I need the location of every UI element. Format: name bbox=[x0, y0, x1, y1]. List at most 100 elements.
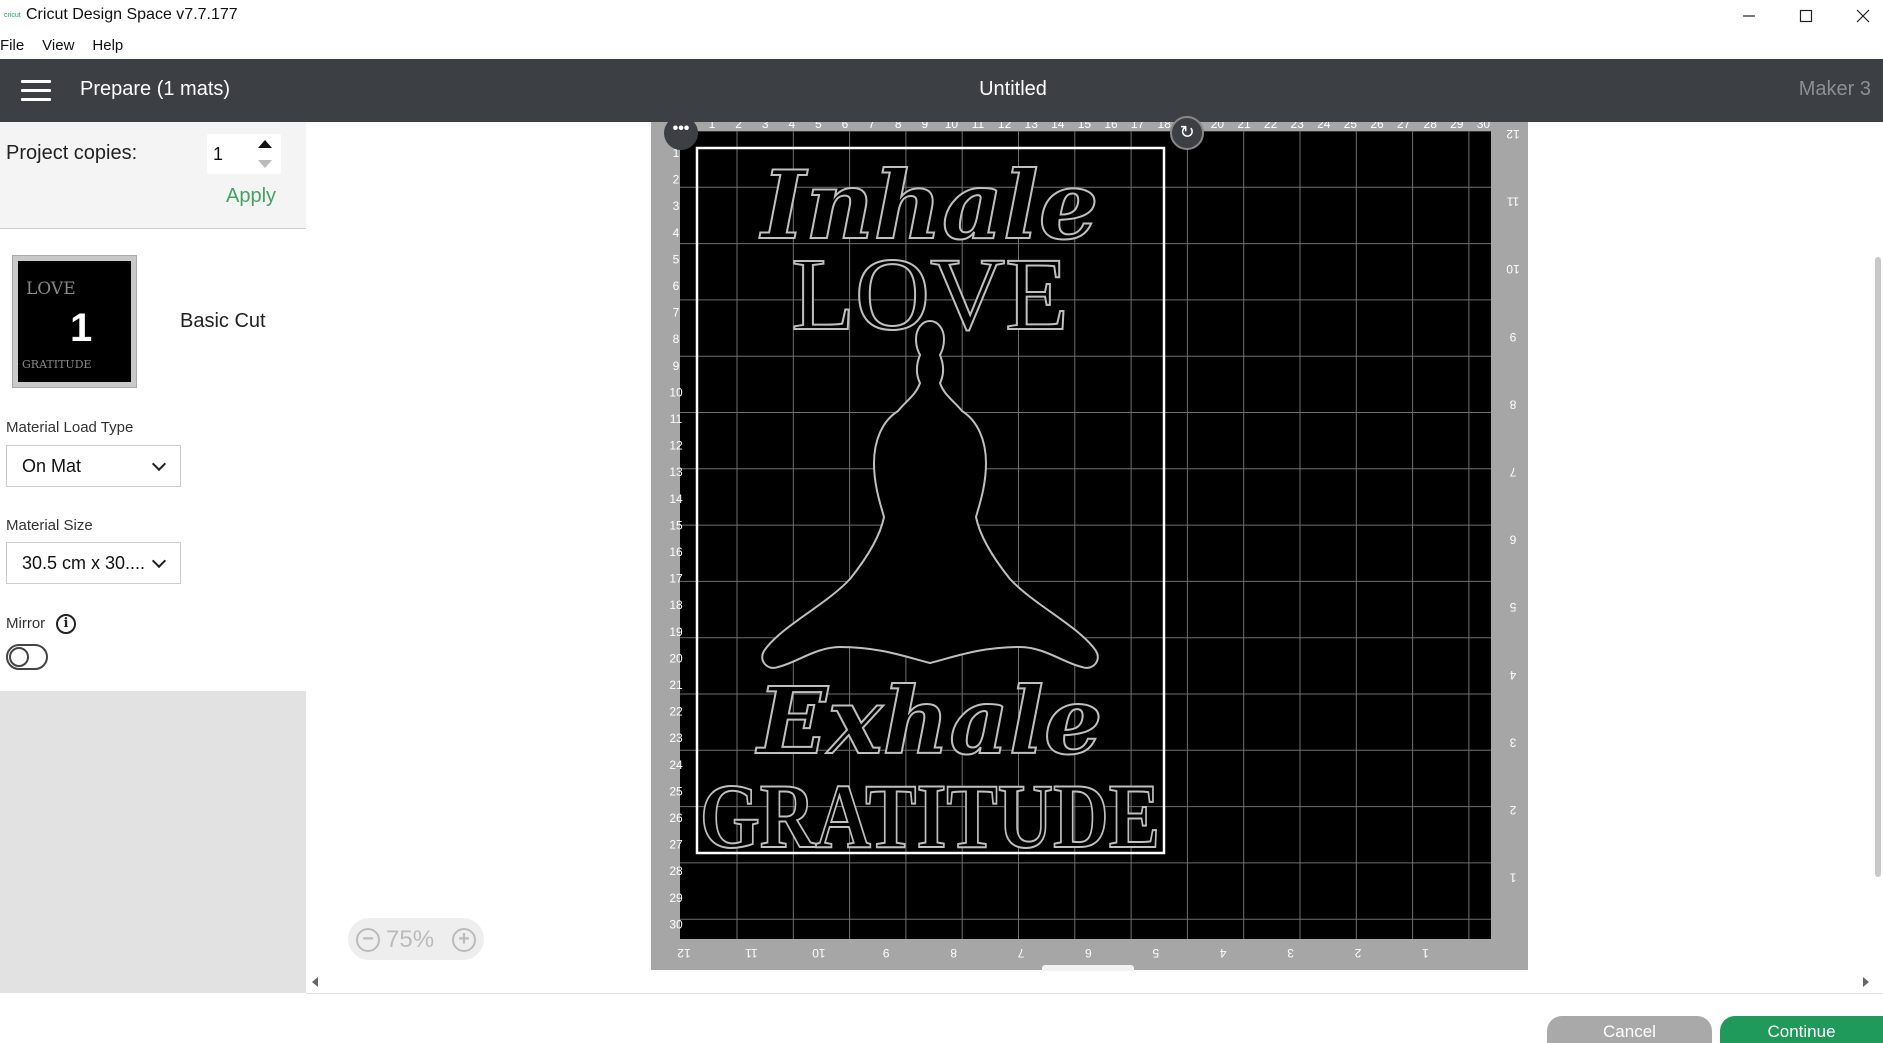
ruler-right-label: 5 bbox=[1509, 600, 1516, 614]
ruler-top-label: 1 bbox=[709, 122, 716, 131]
ruler-top-label: 16 bbox=[1104, 122, 1118, 131]
ruler-bottom-label: 1 bbox=[1422, 946, 1429, 960]
window-title: Cricut Design Space v7.7.177 bbox=[26, 6, 238, 23]
ruler-right-label: 3 bbox=[1509, 735, 1516, 749]
cutting-mat: Inhale LOVE Exhale GRATITUDE 1 2 3 4 5 6 7 8 9 10… bbox=[651, 116, 1528, 971]
ruler-bottom-label: 9 bbox=[883, 946, 890, 960]
material-load-type-value: On Mat bbox=[22, 456, 82, 476]
ruler-bottom-label: 5 bbox=[1152, 946, 1159, 960]
ruler-top-label: 11 bbox=[972, 122, 985, 131]
ruler-left-label: 5 bbox=[673, 252, 680, 266]
scroll-left-icon[interactable] bbox=[312, 977, 318, 987]
ruler-right-label: 9 bbox=[1509, 330, 1516, 344]
ruler-top-label: 17 bbox=[1131, 122, 1145, 131]
zoom-in-icon[interactable]: + bbox=[452, 928, 476, 952]
ruler-bottom-label: 8 bbox=[950, 946, 957, 960]
ruler-top-label: 9 bbox=[921, 122, 928, 131]
menu-file[interactable]: File bbox=[0, 34, 24, 58]
zoom-out-icon[interactable]: − bbox=[356, 928, 380, 952]
horizontal-scrollbar[interactable] bbox=[306, 973, 1883, 993]
ruler-right-label: 1 bbox=[1509, 871, 1516, 885]
close-button[interactable] bbox=[1834, 0, 1883, 32]
minimize-button[interactable] bbox=[1720, 0, 1778, 32]
mat-thumbnail-text-bottom: GRATITUDE bbox=[22, 358, 92, 371]
footer-bar: Cancel Continue bbox=[306, 993, 1883, 1043]
ruler-top-label: 22 bbox=[1264, 122, 1278, 131]
design-text-exhale[interactable]: Exhale bbox=[754, 666, 1104, 776]
ruler-top-label: 30 bbox=[1477, 122, 1491, 131]
ruler-top-label: 6 bbox=[842, 122, 849, 131]
ruler-left-label: 2 bbox=[673, 173, 680, 187]
stepper-up-icon[interactable] bbox=[258, 140, 272, 148]
ruler-top-label: 4 bbox=[788, 122, 795, 131]
ruler-left-label: 4 bbox=[673, 226, 680, 240]
ruler-top-label: 7 bbox=[868, 122, 875, 131]
material-size-label: Material Size bbox=[6, 517, 93, 534]
scroll-right-icon[interactable] bbox=[1863, 977, 1869, 987]
ruler-top-label: 29 bbox=[1450, 122, 1464, 131]
minimize-icon bbox=[1743, 15, 1755, 17]
cancel-button[interactable]: Cancel bbox=[1547, 1016, 1712, 1043]
vertical-scrollbar[interactable] bbox=[1873, 122, 1883, 973]
ruler-bottom-label: 12 bbox=[677, 946, 691, 960]
apply-button[interactable]: Apply bbox=[226, 185, 276, 208]
ruler-right-label: 7 bbox=[1509, 465, 1516, 479]
ruler-top-label: 8 bbox=[895, 122, 902, 131]
ruler-left-label: 9 bbox=[673, 359, 680, 373]
mat-settings-section: LOVE 1 GRATITUDE Basic Cut Material Load… bbox=[0, 228, 306, 691]
project-copies-section: Project copies: 1 Apply bbox=[0, 122, 306, 228]
maximize-icon bbox=[1799, 9, 1813, 23]
ruler-top-label: 13 bbox=[1025, 122, 1039, 131]
ruler-top-label: 28 bbox=[1424, 122, 1438, 131]
mirror-toggle-knob bbox=[9, 647, 29, 667]
ruler-top-label: 5 bbox=[815, 122, 822, 131]
chevron-down-icon bbox=[151, 553, 167, 569]
maximize-button[interactable] bbox=[1777, 0, 1835, 32]
title-bar: cricut Cricut Design Space v7.7.177 bbox=[0, 0, 1883, 32]
ruler-bottom-label: 2 bbox=[1354, 946, 1361, 960]
project-copies-value[interactable]: 1 bbox=[213, 144, 223, 165]
ruler-right-label: 4 bbox=[1509, 668, 1516, 682]
ruler-top-label: 21 bbox=[1237, 122, 1251, 131]
ruler-left-label: 7 bbox=[673, 306, 680, 320]
mat-grid[interactable]: Inhale LOVE Exhale GRATITUDE bbox=[680, 131, 1491, 939]
menu-view[interactable]: View bbox=[42, 34, 74, 58]
material-size-value: 30.5 cm x 30.... bbox=[22, 553, 146, 573]
material-load-type-select[interactable]: On Mat bbox=[6, 445, 181, 487]
stepper-down-icon[interactable] bbox=[258, 160, 272, 168]
material-size-select[interactable]: 30.5 cm x 30.... bbox=[6, 542, 181, 584]
continue-button[interactable]: Continue bbox=[1720, 1016, 1883, 1043]
ruler-right-label: 11 bbox=[1506, 195, 1519, 209]
ruler-top-label: 26 bbox=[1370, 122, 1384, 131]
zoom-control: − 75% + bbox=[348, 918, 484, 960]
ruler-bottom-label: 7 bbox=[1017, 946, 1024, 960]
rotate-icon[interactable]: ↻ bbox=[1170, 116, 1204, 150]
ruler-right-label: 10 bbox=[1506, 262, 1520, 276]
vertical-scrollbar-thumb[interactable] bbox=[1875, 257, 1881, 877]
ruler-top-label: 25 bbox=[1344, 122, 1358, 131]
ruler-top-label: 23 bbox=[1291, 122, 1305, 131]
project-name: Untitled bbox=[979, 78, 1047, 100]
ruler-right-label: 8 bbox=[1509, 397, 1516, 411]
menu-bar: File View Help bbox=[0, 34, 141, 58]
more-options-icon[interactable]: ••• bbox=[664, 116, 698, 150]
mat-thumbnail[interactable]: LOVE 1 GRATITUDE bbox=[12, 255, 137, 388]
mat-number: 1 bbox=[70, 306, 93, 350]
zoom-level: 75% bbox=[386, 926, 435, 953]
mat-bottom-tab[interactable] bbox=[1042, 965, 1134, 971]
ruler-bottom-label: 10 bbox=[812, 946, 826, 960]
project-copies-stepper[interactable]: 1 bbox=[207, 134, 281, 174]
machine-name[interactable]: Maker 3 bbox=[1799, 78, 1871, 101]
mat-thumbnail-preview: LOVE 1 GRATITUDE bbox=[18, 261, 131, 382]
mat-name: Basic Cut bbox=[180, 310, 266, 332]
mirror-toggle[interactable] bbox=[6, 644, 48, 670]
ruler-right-label: 2 bbox=[1509, 803, 1516, 817]
buddha-silhouette[interactable] bbox=[761, 319, 1099, 669]
menu-help[interactable]: Help bbox=[92, 34, 123, 58]
ruler-top-label: 10 bbox=[945, 122, 959, 131]
design-text-gratitude[interactable]: GRATITUDE bbox=[699, 764, 1161, 868]
ruler-bottom-label: 3 bbox=[1287, 946, 1294, 960]
mat-thumbnail-text-top: LOVE bbox=[26, 279, 76, 299]
info-icon[interactable]: i bbox=[56, 614, 76, 634]
ruler-top-label: 3 bbox=[762, 122, 769, 131]
